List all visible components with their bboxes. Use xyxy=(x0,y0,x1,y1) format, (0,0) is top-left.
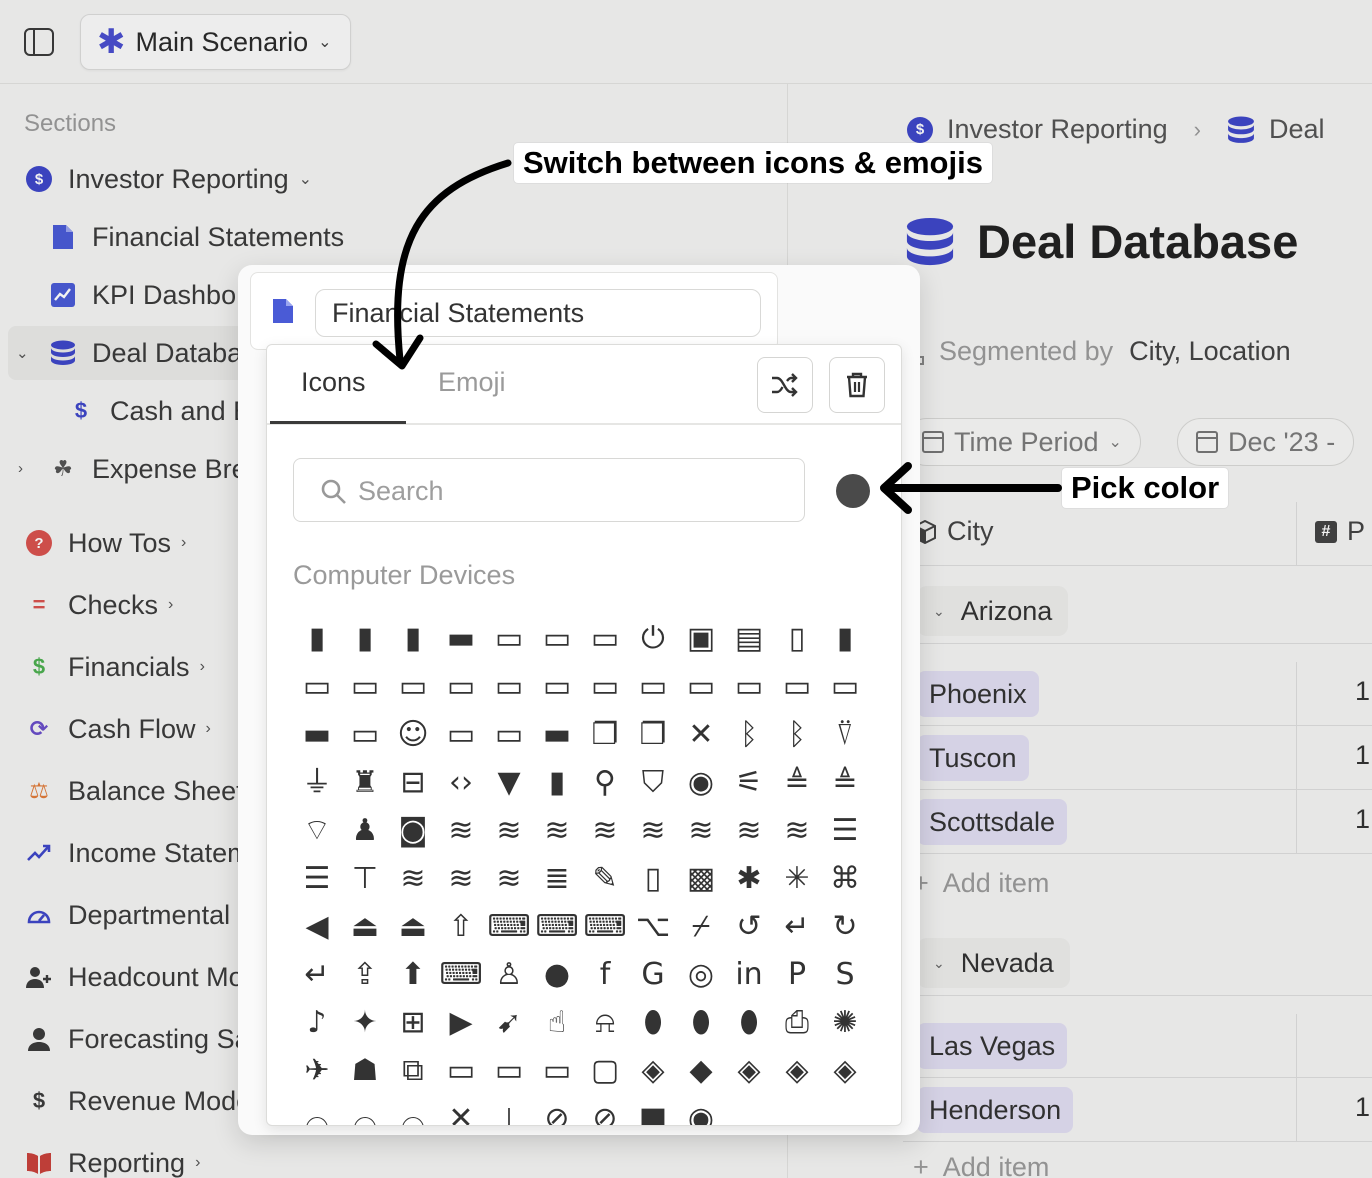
callout-switch: Switch between icons & emojis xyxy=(514,143,992,183)
callout-color: Pick color xyxy=(1062,468,1229,508)
annotation-arrow-tabs xyxy=(394,159,512,364)
